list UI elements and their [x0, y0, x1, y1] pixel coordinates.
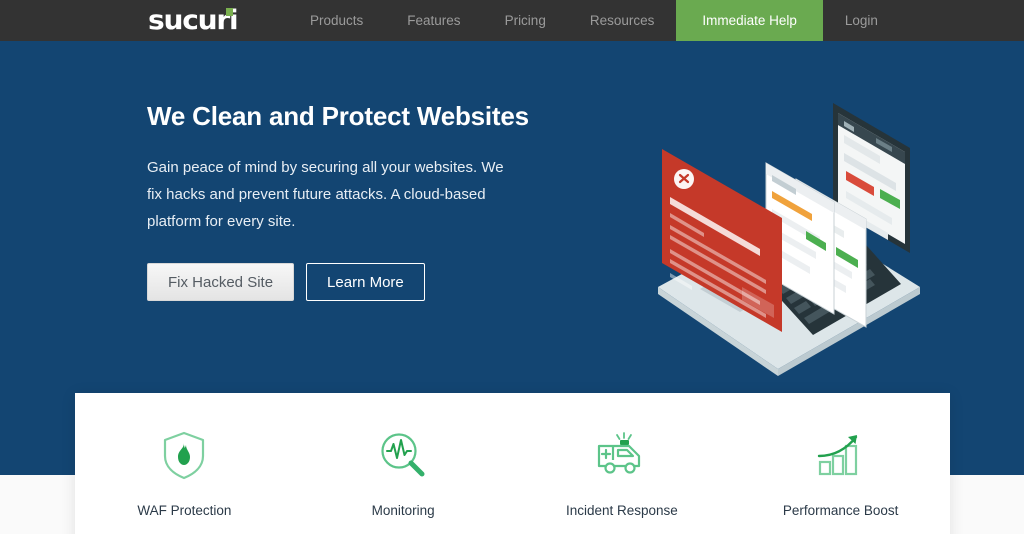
login-link[interactable]: Login	[823, 0, 900, 41]
sucuri-logo[interactable]: sucuri	[148, 0, 239, 41]
hero-subtitle: Gain peace of mind by securing all your …	[147, 159, 504, 231]
feature-label: Performance Boost	[782, 503, 899, 518]
ambulance-icon	[593, 429, 651, 481]
logo-text: sucuri	[148, 5, 239, 36]
feature-label: Monitoring	[371, 503, 435, 518]
nav-link-pricing[interactable]: Pricing	[483, 0, 568, 41]
feature-label: WAF Protection	[137, 503, 232, 518]
feature-item-monitoring[interactable]: Monitoring	[294, 429, 513, 518]
feature-item-performance-boost[interactable]: Performance Boost	[731, 429, 950, 518]
logo-accent-dot	[225, 8, 233, 16]
feature-item-incident-response[interactable]: Incident Response	[513, 429, 732, 518]
learn-more-button[interactable]: Learn More	[306, 263, 425, 302]
feature-label: Incident Response	[565, 503, 678, 518]
feature-highlights-card: WAF Protection Monitoring Incident Respo…	[75, 393, 950, 534]
hero-illustration	[648, 91, 928, 381]
nav-link-products[interactable]: Products	[288, 0, 385, 41]
nav-link-features[interactable]: Features	[385, 0, 482, 41]
nav-links: Products Features Pricing Resources Imme…	[288, 0, 900, 41]
hero-button-group: Fix Hacked Site Learn More	[147, 263, 567, 302]
immediate-help-button[interactable]: Immediate Help	[676, 0, 823, 41]
feature-item-waf-protection[interactable]: WAF Protection	[75, 429, 294, 518]
top-navigation-bar: sucuri Products Features Pricing Resourc…	[0, 0, 1024, 41]
magnifier-pulse-icon	[377, 429, 429, 481]
growth-chart-arrow-icon	[814, 429, 868, 481]
page-title: We Clean and Protect Websites	[147, 101, 529, 131]
fix-hacked-site-button[interactable]: Fix Hacked Site	[147, 263, 295, 302]
nav-link-resources[interactable]: Resources	[568, 0, 677, 41]
hero-copy: We Clean and Protect Websites Gain peace…	[147, 101, 567, 302]
shield-flame-icon	[159, 429, 209, 481]
